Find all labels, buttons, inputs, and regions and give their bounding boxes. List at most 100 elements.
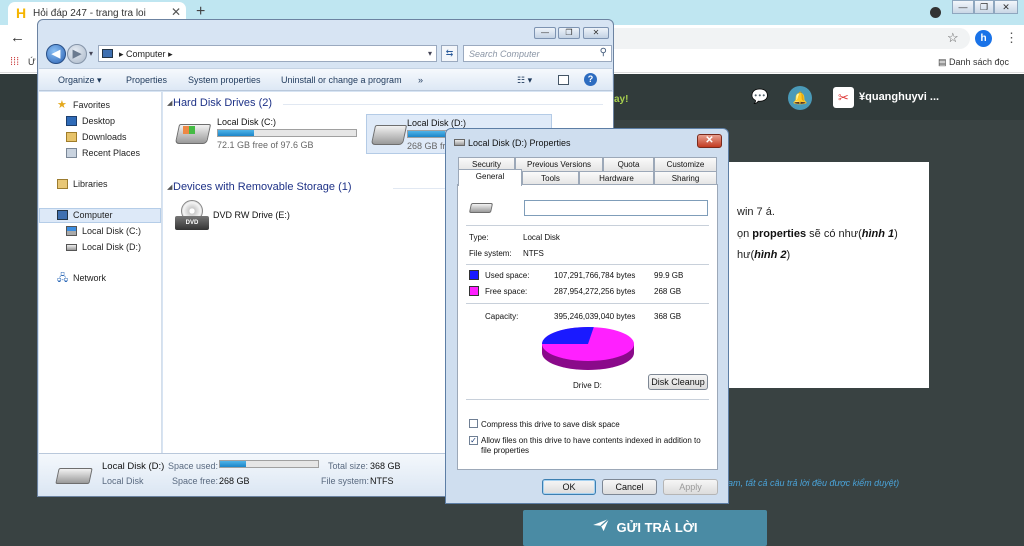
separator <box>466 225 709 226</box>
dialog-close-button[interactable]: ✕ <box>697 134 722 148</box>
collapse-group-icon[interactable]: ◢ <box>167 99 172 107</box>
help-icon[interactable]: ? <box>584 73 597 86</box>
recent-pages-chevron-icon[interactable]: ▾ <box>89 49 93 58</box>
separator <box>466 303 709 304</box>
free-space-label: Free space: <box>485 287 528 296</box>
user-avatar[interactable]: ✂ <box>833 87 854 108</box>
organize-button[interactable]: Organize ▾ <box>58 75 102 86</box>
drive-d-usage-fill <box>408 131 446 137</box>
compress-label: Compress this drive to save disk space <box>481 420 620 429</box>
volume-label-input[interactable] <box>524 200 708 216</box>
cancel-button[interactable]: Cancel <box>602 479 657 495</box>
details-fs: NTFS <box>370 476 394 486</box>
details-usage-fill <box>220 461 247 467</box>
nav-favorites[interactable]: ★ Favorites <box>39 98 161 113</box>
details-total-label: Total size: <box>328 461 369 471</box>
separator <box>466 399 709 400</box>
index-checkbox[interactable]: ✓ <box>469 436 478 445</box>
desktop-icon <box>66 116 77 126</box>
bookmark-star-icon[interactable]: ☆ <box>947 30 959 46</box>
nav-downloads[interactable]: Downloads <box>39 130 161 145</box>
downloads-folder-icon <box>66 132 77 142</box>
disk-cleanup-button[interactable]: Disk Cleanup <box>648 374 708 390</box>
nav-local-disk-c[interactable]: Local Disk (C:) <box>39 224 161 239</box>
apps-grid-icon[interactable]: ⁞⁞⁞ <box>10 56 19 68</box>
profile-avatar[interactable]: h <box>975 30 992 47</box>
type-label: Type: <box>469 233 489 242</box>
properties-button[interactable]: Properties <box>126 75 167 85</box>
tab-previous-versions[interactable]: Previous Versions <box>515 157 603 171</box>
preview-pane-icon[interactable] <box>558 75 569 85</box>
answer-line-2: ọn properties sẽ có như(hình 1) <box>737 228 898 240</box>
uninstall-program-button[interactable]: Uninstall or change a program <box>281 75 402 85</box>
dialog-title: Local Disk (D:) Properties <box>468 138 571 148</box>
nav-libraries[interactable]: Libraries <box>39 177 161 192</box>
apply-button[interactable]: Apply <box>663 479 718 495</box>
menu-kebab-icon[interactable]: ⋮ <box>1005 30 1018 46</box>
separator <box>466 264 709 265</box>
fs-label: File system: <box>469 249 512 258</box>
reading-list-label: Danh sách đọc <box>949 57 1010 67</box>
details-space-free: 268 GB <box>219 476 250 486</box>
tab-customize[interactable]: Customize <box>654 157 717 171</box>
tab-general[interactable]: General <box>458 169 522 186</box>
bookmark-item[interactable]: Ứ <box>28 57 36 67</box>
star-icon: ★ <box>57 99 67 111</box>
search-icon: ⚲ <box>599 47 607 58</box>
site-username[interactable]: ¥quanghuyvi ... <box>859 91 939 103</box>
bell-icon[interactable]: 🔔 <box>788 86 812 110</box>
drive-c-name: Local Disk (C:) <box>217 117 277 127</box>
tab-sharing[interactable]: Sharing <box>654 171 717 185</box>
explorer-address-box[interactable]: ▸ Computer ▸ ▾ <box>98 45 437 62</box>
computer-icon <box>57 210 68 220</box>
free-space-gb: 268 GB <box>654 287 682 296</box>
address-dropdown-icon[interactable]: ▾ <box>428 49 432 58</box>
reading-list-button[interactable]: ▤ Danh sách đọc <box>938 57 1009 68</box>
username-text: quanghuyvi ... <box>865 91 940 103</box>
nav-local-disk-d[interactable]: Local Disk (D:) <box>39 240 161 255</box>
back-nav-button[interactable]: ◀ <box>46 44 66 64</box>
tab-tools[interactable]: Tools <box>522 171 579 185</box>
tab-quota[interactable]: Quota <box>603 157 654 171</box>
minimize-button[interactable]: — <box>952 0 974 14</box>
group-removable-storage[interactable]: Devices with Removable Storage (1) <box>173 181 352 193</box>
back-arrow-icon[interactable]: ← <box>10 29 25 46</box>
explorer-close-button[interactable]: ✕ <box>583 27 609 39</box>
drive-tile-c[interactable]: Local Disk (C:) 72.1 GB free of 97.6 GB <box>171 114 361 154</box>
more-commands-button[interactable]: » <box>418 75 423 85</box>
explorer-maximize-button[interactable]: ❐ <box>558 27 580 39</box>
refresh-icon[interactable]: ⇆ <box>441 45 458 62</box>
collapse-group-icon[interactable]: ◢ <box>167 183 172 191</box>
dvd-drive-icon: DVD <box>175 216 209 230</box>
explorer-minimize-button[interactable]: — <box>534 27 556 39</box>
nav-computer[interactable]: Computer <box>39 208 161 223</box>
restore-button[interactable]: ❐ <box>974 0 994 14</box>
profile-indicator-icon[interactable] <box>930 7 941 18</box>
compress-checkbox[interactable] <box>469 419 478 428</box>
nav-desktop[interactable]: Desktop <box>39 114 161 129</box>
send-icon <box>593 518 610 532</box>
explorer-search-input[interactable]: Search Computer ⚲ <box>463 45 612 62</box>
drive-tile-dvd[interactable]: DVD DVD RW Drive (E:) <box>171 198 321 238</box>
drive-d-name: Local Disk (D:) <box>407 118 467 128</box>
system-properties-button[interactable]: System properties <box>188 75 261 85</box>
disk-usage-pie-chart <box>542 327 634 370</box>
index-label: Allow files on this drive to have conten… <box>481 436 701 445</box>
close-window-button[interactable]: ✕ <box>994 0 1018 14</box>
tab-close-icon[interactable]: ✕ <box>171 5 181 19</box>
nav-recent-places[interactable]: Recent Places <box>39 146 161 161</box>
submit-answer-button[interactable]: GỬI TRẢ LỜI <box>523 510 767 546</box>
ok-button[interactable]: OK <box>542 479 596 495</box>
change-view-icon[interactable]: ☷ ▾ <box>517 75 532 86</box>
forward-nav-button[interactable]: ▶ <box>67 44 87 64</box>
site-favicon-icon: H <box>16 5 27 21</box>
nav-network[interactable]: 🖧 Network <box>39 271 161 286</box>
chat-icon[interactable]: 💬 <box>751 88 768 105</box>
tab-hardware[interactable]: Hardware <box>579 171 654 185</box>
details-drive-type: Local Disk <box>102 476 144 486</box>
used-space-label: Used space: <box>485 271 530 280</box>
search-placeholder: Search Computer <box>469 49 540 59</box>
drive-c-usage-bar <box>217 129 357 137</box>
system-drive-icon <box>66 226 77 236</box>
group-hard-disk-drives[interactable]: Hard Disk Drives (2) <box>173 97 272 109</box>
